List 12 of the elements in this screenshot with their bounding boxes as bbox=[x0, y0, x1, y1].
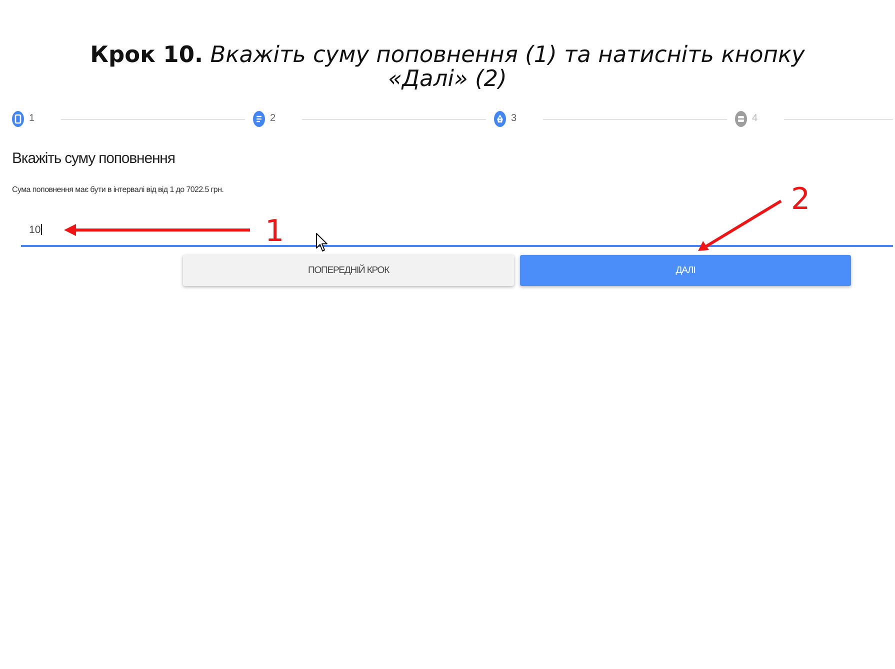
step-number[interactable]: 3 bbox=[511, 113, 517, 125]
mouse-pointer-icon bbox=[316, 233, 328, 252]
section-heading: Вкажіть суму поповнення bbox=[12, 149, 175, 169]
previous-step-button[interactable]: ПОПЕРЕДНІЙ КРОК bbox=[183, 255, 514, 286]
step-number[interactable]: 1 bbox=[29, 113, 35, 125]
next-button[interactable]: ДАЛІ bbox=[520, 255, 851, 286]
instruction-text: Крок 10. Вкажіть суму поповнення (1) та натисніть кнопку «Далі» (2) bbox=[89, 41, 806, 91]
step-number[interactable]: 2 bbox=[270, 113, 276, 125]
callout-number: 1 bbox=[265, 219, 284, 244]
callout-number: 2 bbox=[791, 187, 810, 212]
text-cursor-icon bbox=[40, 224, 42, 235]
amount-hint-text: Сума поповнення має бути в інтервалі від від 1 до 7022.5 грн. bbox=[12, 184, 224, 195]
